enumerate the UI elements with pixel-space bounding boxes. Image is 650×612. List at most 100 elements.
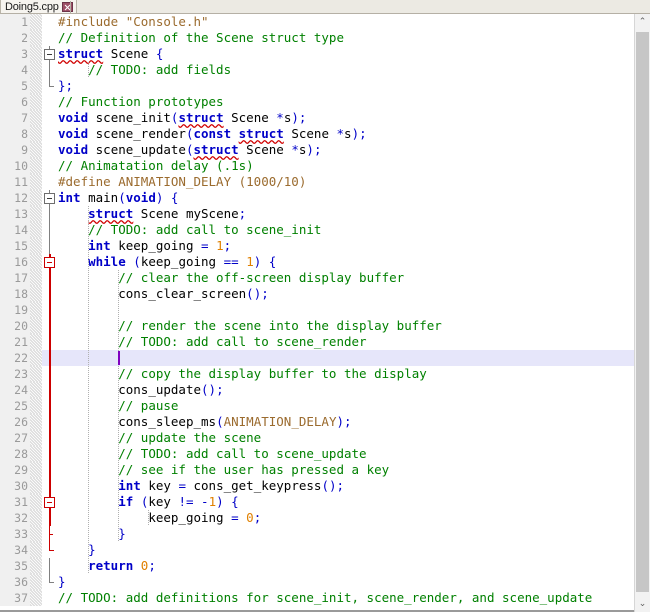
- breakpoint-margin[interactable]: [30, 526, 42, 542]
- breakpoint-margin[interactable]: [30, 46, 42, 62]
- breakpoint-margin[interactable]: [30, 398, 42, 414]
- fold-margin[interactable]: [42, 174, 58, 190]
- code-line[interactable]: 6 // Function prototypes: [0, 94, 634, 110]
- breakpoint-margin[interactable]: [30, 430, 42, 446]
- fold-margin[interactable]: [42, 558, 58, 574]
- code-line[interactable]: 5};: [0, 78, 634, 94]
- fold-margin[interactable]: [42, 590, 58, 606]
- fold-margin[interactable]: [42, 366, 58, 382]
- fold-margin[interactable]: [42, 350, 58, 366]
- fold-margin[interactable]: [42, 78, 58, 94]
- scroll-up-arrow-icon[interactable]: ⌃: [635, 14, 650, 30]
- code-line[interactable]: 23 // copy the display buffer to the dis…: [0, 366, 634, 382]
- fold-margin[interactable]: [42, 462, 58, 478]
- fold-margin[interactable]: [42, 542, 58, 558]
- fold-margin[interactable]: [42, 142, 58, 158]
- fold-collapse-icon[interactable]: [44, 49, 55, 60]
- breakpoint-margin[interactable]: [30, 414, 42, 430]
- fold-margin[interactable]: [42, 526, 58, 542]
- code-line[interactable]: 28 // TODO: add call to scene_update: [0, 446, 634, 462]
- fold-margin[interactable]: [42, 14, 58, 30]
- fold-margin[interactable]: [42, 190, 58, 206]
- fold-margin[interactable]: [42, 110, 58, 126]
- breakpoint-margin[interactable]: [30, 542, 42, 558]
- code-line[interactable]: 30 int key = cons_get_keypress();: [0, 478, 634, 494]
- code-line[interactable]: 31 if (key != -1) {: [0, 494, 634, 510]
- breakpoint-margin[interactable]: [30, 366, 42, 382]
- breakpoint-margin[interactable]: [30, 254, 42, 270]
- code-line[interactable]: 12 int main(void) {: [0, 190, 634, 206]
- code-line[interactable]: 18 cons_clear_screen();: [0, 286, 634, 302]
- code-line[interactable]: 13 struct Scene myScene;: [0, 206, 634, 222]
- code-line[interactable]: 14 // TODO: add call to scene_init: [0, 222, 634, 238]
- breakpoint-margin[interactable]: [30, 350, 42, 366]
- code-line[interactable]: 16 while (keep_going == 1) {: [0, 254, 634, 270]
- code-line[interactable]: 36}: [0, 574, 634, 590]
- code-line[interactable]: 27 // update the scene: [0, 430, 634, 446]
- fold-margin[interactable]: [42, 334, 58, 350]
- fold-margin[interactable]: [42, 206, 58, 222]
- code-text-area[interactable]: 1 #include "Console.h" 2 // Definition of t…: [0, 14, 634, 612]
- fold-margin[interactable]: [42, 238, 58, 254]
- breakpoint-margin[interactable]: [30, 574, 42, 590]
- code-line[interactable]: 24 cons_update();: [0, 382, 634, 398]
- fold-margin[interactable]: [42, 270, 58, 286]
- code-line[interactable]: 3 struct Scene {: [0, 46, 634, 62]
- fold-margin[interactable]: [42, 494, 58, 510]
- breakpoint-margin[interactable]: [30, 286, 42, 302]
- breakpoint-margin[interactable]: [30, 478, 42, 494]
- breakpoint-margin[interactable]: [30, 270, 42, 286]
- fold-margin[interactable]: [42, 318, 58, 334]
- breakpoint-margin[interactable]: [30, 494, 42, 510]
- breakpoint-margin[interactable]: [30, 334, 42, 350]
- breakpoint-margin[interactable]: [30, 94, 42, 110]
- breakpoint-margin[interactable]: [30, 110, 42, 126]
- breakpoint-margin[interactable]: [30, 462, 42, 478]
- breakpoint-margin[interactable]: [30, 206, 42, 222]
- code-line[interactable]: 22: [0, 350, 634, 366]
- code-line[interactable]: 10 // Animatation delay (.1s): [0, 158, 634, 174]
- code-line[interactable]: 19: [0, 302, 634, 318]
- code-line[interactable]: 34 }: [0, 542, 634, 558]
- code-line[interactable]: 26 cons_sleep_ms(ANIMATION_DELAY);: [0, 414, 634, 430]
- code-line[interactable]: 17 // clear the off-screen display buffe…: [0, 270, 634, 286]
- code-line[interactable]: 33 }: [0, 526, 634, 542]
- fold-margin[interactable]: [42, 30, 58, 46]
- fold-margin[interactable]: [42, 574, 58, 590]
- fold-collapse-icon[interactable]: [44, 497, 55, 508]
- fold-margin[interactable]: [42, 446, 58, 462]
- code-line[interactable]: 7 void scene_init(struct Scene *s);: [0, 110, 634, 126]
- breakpoint-margin[interactable]: [30, 62, 42, 78]
- fold-margin[interactable]: [42, 414, 58, 430]
- breakpoint-margin[interactable]: [30, 222, 42, 238]
- fold-margin[interactable]: [42, 62, 58, 78]
- breakpoint-margin[interactable]: [30, 142, 42, 158]
- fold-margin[interactable]: [42, 510, 58, 526]
- fold-margin[interactable]: [42, 286, 58, 302]
- code-line[interactable]: 37 // TODO: add definitions for scene_ini…: [0, 590, 634, 606]
- breakpoint-margin[interactable]: [30, 382, 42, 398]
- breakpoint-margin[interactable]: [30, 318, 42, 334]
- code-line[interactable]: 4 // TODO: add fields: [0, 62, 634, 78]
- breakpoint-margin[interactable]: [30, 190, 42, 206]
- code-line[interactable]: 11 #define ANIMATION_DELAY (1000/10): [0, 174, 634, 190]
- fold-margin[interactable]: [42, 126, 58, 142]
- fold-collapse-icon[interactable]: [44, 257, 55, 268]
- breakpoint-margin[interactable]: [30, 590, 42, 606]
- breakpoint-margin[interactable]: [30, 30, 42, 46]
- breakpoint-margin[interactable]: [30, 302, 42, 318]
- fold-margin[interactable]: [42, 94, 58, 110]
- breakpoint-margin[interactable]: [30, 78, 42, 94]
- fold-margin[interactable]: [42, 398, 58, 414]
- code-line[interactable]: 1 #include "Console.h": [0, 14, 634, 30]
- code-line[interactable]: 21 // TODO: add call to scene_render: [0, 334, 634, 350]
- scrollbar-thumb[interactable]: [636, 32, 649, 592]
- fold-collapse-icon[interactable]: [44, 193, 55, 204]
- breakpoint-margin[interactable]: [30, 158, 42, 174]
- code-line[interactable]: 20 // render the scene into the display …: [0, 318, 634, 334]
- fold-margin[interactable]: [42, 478, 58, 494]
- breakpoint-margin[interactable]: [30, 510, 42, 526]
- code-line[interactable]: 15 int keep_going = 1;: [0, 238, 634, 254]
- fold-margin[interactable]: [42, 382, 58, 398]
- editor-tab-doing5-cpp[interactable]: Doing5.cpp: [0, 0, 77, 13]
